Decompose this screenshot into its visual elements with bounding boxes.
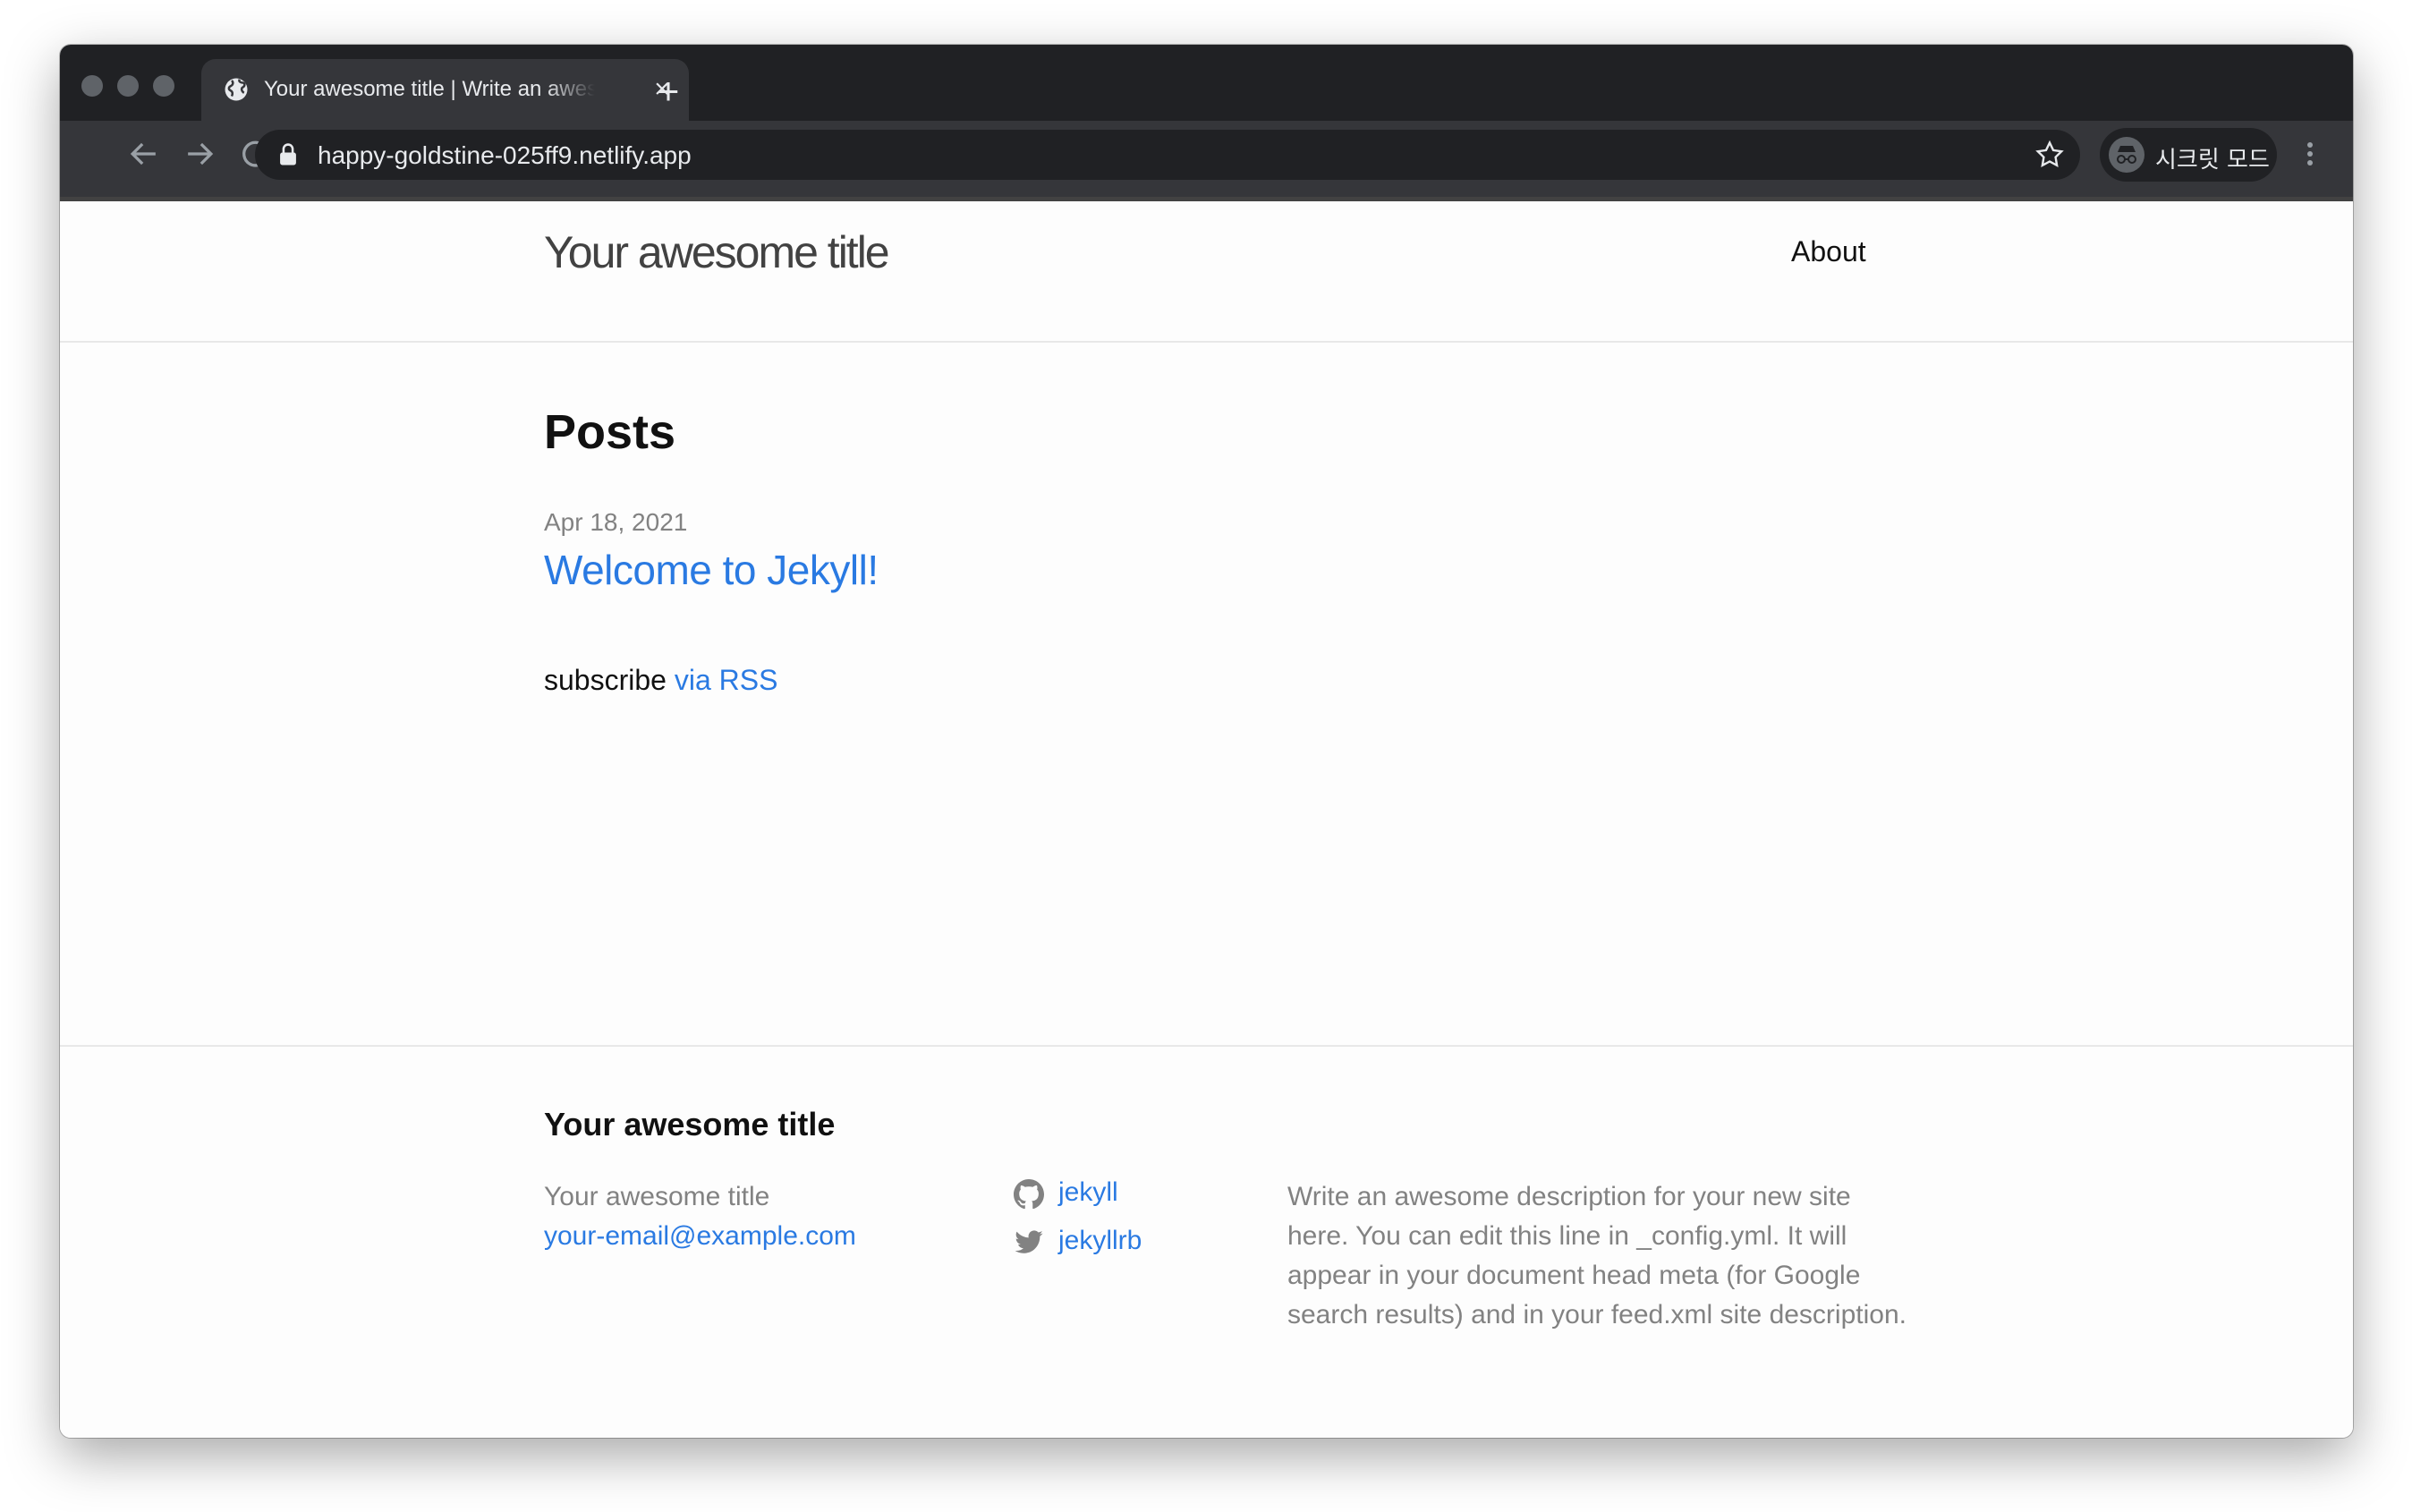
window-close-button[interactable] [81,75,103,97]
footer-description: Write an awesome description for your ne… [1287,1182,1907,1329]
social-github-label[interactable]: jekyll [1058,1177,1118,1208]
nav-about-link[interactable]: About [1791,235,1866,268]
social-twitter-label[interactable]: jekyllrb [1058,1226,1142,1256]
incognito-indicator[interactable]: 시크릿 모드 [2100,128,2277,182]
tab-title: Your awesome title | Write an awesome de… [264,77,595,101]
footer-contact: Your awesome title your-email@example.co… [544,1177,856,1256]
window-maximize-button[interactable] [153,75,174,97]
url-text[interactable]: happy-goldstine-025ff9.netlify.app [318,141,692,170]
plus-icon[interactable]: + [650,72,686,111]
back-arrow-icon[interactable] [124,134,164,174]
web-page: Your awesome title About Posts Apr 18, 2… [60,197,2353,1438]
footer-site-name: Your awesome title [544,1182,770,1211]
window-minimize-button[interactable] [117,75,139,97]
lock-icon[interactable] [276,142,300,167]
subscribe-line: subscribe via RSS [544,664,777,697]
footer-email-link[interactable]: your-email@example.com [544,1221,856,1251]
tab-strip: Your awesome title | Write an awesome de… [60,45,2353,121]
incognito-label: 시크릿 모드 [2155,147,2270,174]
star-icon[interactable] [2034,139,2066,171]
post-title-link[interactable]: Welcome to Jekyll! [544,546,879,594]
rss-link[interactable]: via RSS [675,664,778,696]
three-dots-icon[interactable] [2297,134,2323,174]
globe-icon [223,76,250,103]
site-header: Your awesome title About [60,197,2353,343]
posts-heading: Posts [544,405,676,459]
browser-tab-active[interactable]: Your awesome title | Write an awesome de… [201,59,689,121]
forward-arrow-icon[interactable] [180,134,219,174]
twitter-icon [1014,1227,1044,1258]
post-date: Apr 18, 2021 [544,508,688,536]
site-footer: Your awesome title Your awesome title yo… [60,1045,2353,1438]
github-icon [1014,1179,1044,1210]
incognito-icon [2109,137,2144,173]
browser-window: Your awesome title | Write an awesome de… [60,45,2353,1438]
site-title-link[interactable]: Your awesome title [544,226,890,278]
subscribe-text: subscribe [544,664,667,696]
address-bar[interactable]: happy-goldstine-025ff9.netlify.app [255,130,2080,180]
footer-heading: Your awesome title [544,1106,836,1142]
